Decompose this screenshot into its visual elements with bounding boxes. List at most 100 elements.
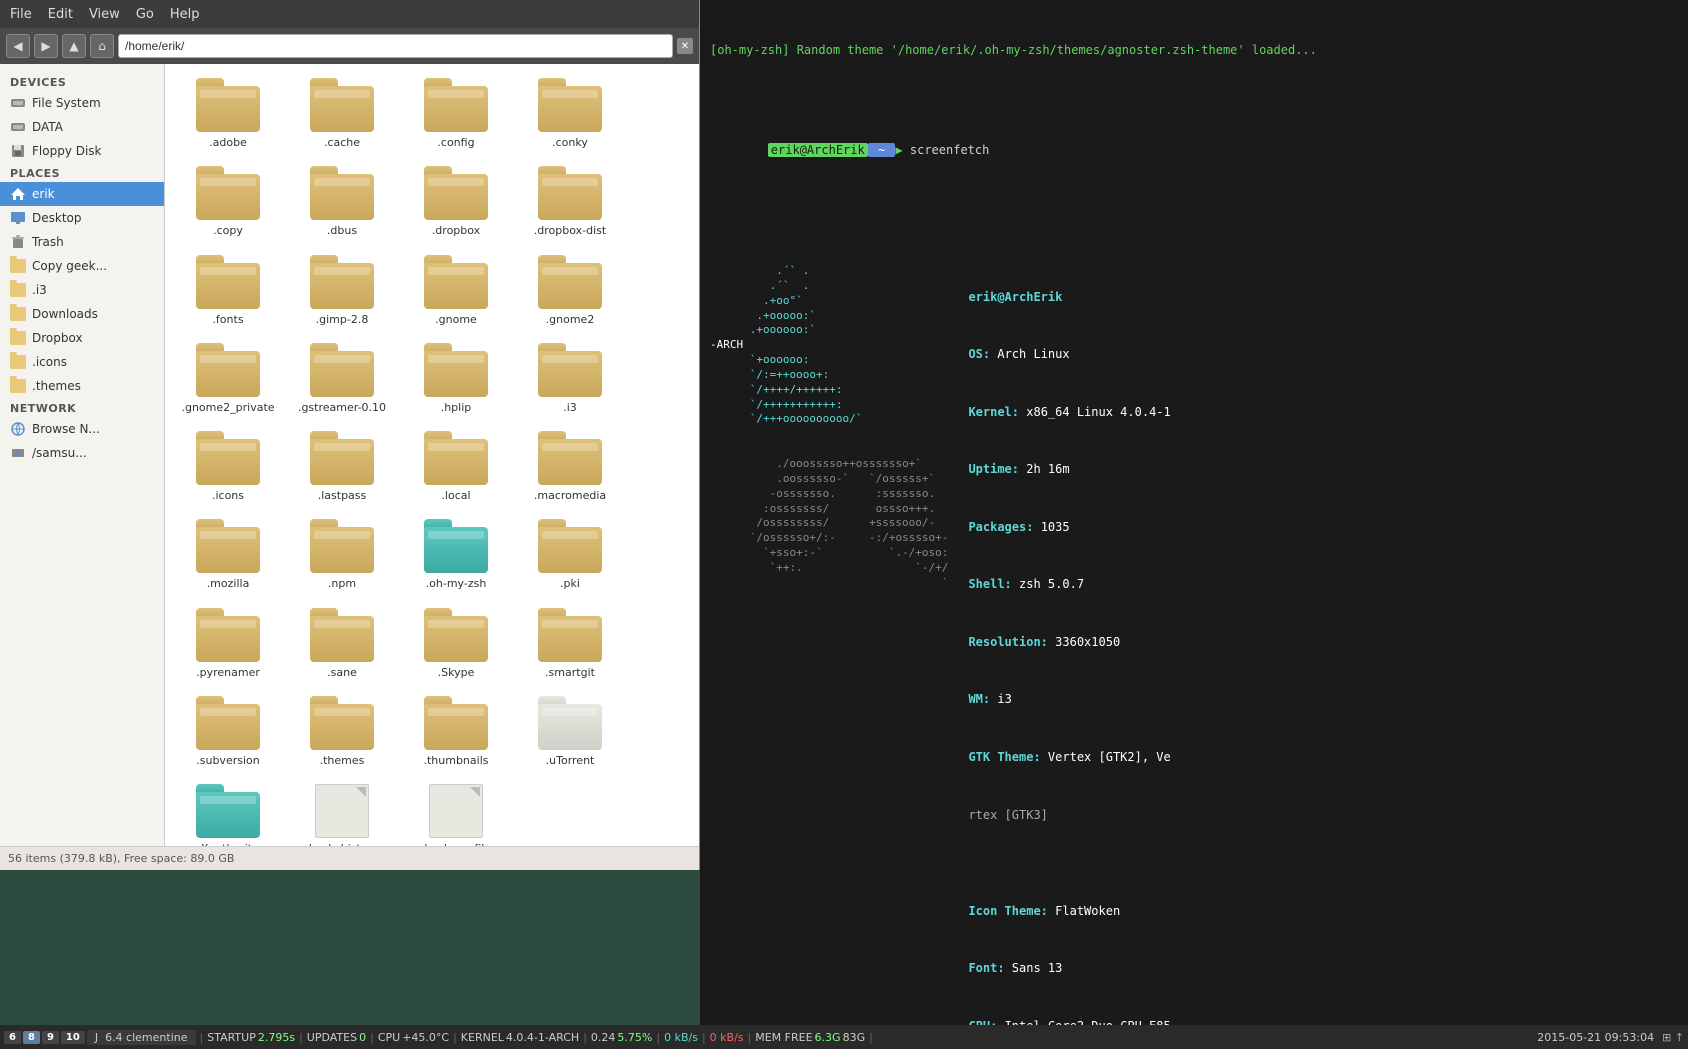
file-label: .dropbox [432,224,480,238]
file-item[interactable]: .pyrenamer [173,602,283,686]
file-item[interactable]: .dropbox [401,160,511,244]
sidebar-item-themes[interactable]: .themes [0,374,164,398]
files-grid: .adobe .cache .config .conky .copy [165,64,699,846]
folder-icon-large [310,431,374,485]
file-label: .icons [212,489,244,503]
sidebar-item-icons[interactable]: .icons [0,350,164,374]
sidebar-item-data[interactable]: DATA [0,115,164,139]
folder-icon-large [310,343,374,397]
sidebar-item-dropbox[interactable]: Dropbox [0,326,164,350]
menu-file[interactable]: File [10,7,32,22]
sidebar-item-samsung[interactable]: /samsu... [0,441,164,465]
file-item[interactable]: .sane [287,602,397,686]
workspace-10[interactable]: 10 [61,1031,85,1044]
file-item[interactable]: .config [401,72,511,156]
folder-icon-large [196,255,260,309]
home-icon [10,186,26,202]
file-item[interactable]: .conky [515,72,625,156]
folder-icon-large [538,519,602,573]
file-item[interactable]: .fonts [173,249,283,333]
file-item[interactable]: .icons [173,425,283,509]
file-label: .gimp-2.8 [316,313,369,327]
folder-icon-large [538,608,602,662]
file-item[interactable]: .adobe [173,72,283,156]
sidebar-item-label: Trash [32,235,64,249]
sysinfo: erik@ArchErik OS: Arch Linux Kernel: x86… [968,249,1170,1025]
sidebar-item-erik[interactable]: erik [0,182,164,206]
folder-icon-large [538,78,602,132]
folder-icon-large [424,255,488,309]
up-button[interactable]: ▲ [62,34,86,58]
file-label: .pyrenamer [196,666,260,680]
close-button[interactable]: ✕ [677,38,693,54]
file-item[interactable]: .gimp-2.8 [287,249,397,333]
sidebar-item-label: Desktop [32,211,82,225]
file-label: .thumbnails [423,754,488,768]
file-item[interactable]: .npm [287,513,397,597]
sidebar-item-downloads[interactable]: Downloads [0,302,164,326]
folder-icon [10,306,26,322]
file-item[interactable]: .dbus [287,160,397,244]
file-item[interactable]: .cache [287,72,397,156]
file-item[interactable]: .lastpass [287,425,397,509]
workspace-6[interactable]: 6 [4,1031,21,1044]
toolbar: ◀ ▶ ▲ ⌂ ✕ [0,28,699,64]
folder-icon-large [196,519,260,573]
file-item[interactable]: .local [401,425,511,509]
file-item[interactable]: .dropbox-dist [515,160,625,244]
location-bar[interactable] [118,34,673,58]
folder-icon [10,354,26,370]
file-item[interactable]: .pki [515,513,625,597]
file-label: .subversion [196,754,259,768]
menu-help[interactable]: Help [170,7,200,22]
places-label: PLACES [0,163,164,182]
file-item[interactable]: .mozilla [173,513,283,597]
sidebar-item-filesystem[interactable]: File System [0,91,164,115]
file-item[interactable]: .bash_profile [401,778,511,846]
screenfetch: .´` . .´` . .+oo°` .+ooooo:` .+oooooo:` … [710,243,1678,1025]
workspace-8[interactable]: 8 [23,1031,40,1044]
menu-edit[interactable]: Edit [48,7,73,22]
sidebar-item-desktop[interactable]: Desktop [0,206,164,230]
menu-view[interactable]: View [89,7,120,22]
sidebar-item-browse-network[interactable]: Browse N... [0,417,164,441]
sidebar-item-copygeek[interactable]: Copy geek... [0,254,164,278]
file-item[interactable]: .smartgit [515,602,625,686]
file-item[interactable]: .bash_history [287,778,397,846]
file-item[interactable]: .gnome [401,249,511,333]
file-label: .conky [552,136,588,150]
sidebar-item-floppy[interactable]: Floppy Disk [0,139,164,163]
folder-icon-large [310,255,374,309]
file-item[interactable]: .macromedia [515,425,625,509]
file-item[interactable]: .subversion [173,690,283,774]
menu-go[interactable]: Go [136,7,154,22]
file-item[interactable]: .copy [173,160,283,244]
folder-icon-large [196,343,260,397]
file-item[interactable]: .thumbnails [401,690,511,774]
net-down: 0 kB/s [664,1031,698,1044]
file-item[interactable]: .oh-my-zsh [401,513,511,597]
file-item[interactable]: .Skype [401,602,511,686]
home-button[interactable]: ⌂ [90,34,114,58]
file-item[interactable]: .uTorrent [515,690,625,774]
workspace-9[interactable]: 9 [42,1031,59,1044]
updates-label: UPDATES [307,1031,357,1044]
taskbar-right: 2015-05-21 09:53:04 ⊞ ↑ [1537,1031,1684,1044]
file-item[interactable]: .i3 [515,337,625,421]
file-item[interactable]: .gnome2 [515,249,625,333]
folder-icon-large [310,166,374,220]
terminal-line1: [oh-my-zsh] Random theme '/home/erik/.oh… [710,42,1678,59]
file-item[interactable]: .Xauthority [173,778,283,846]
sidebar-item-i3[interactable]: .i3 [0,278,164,302]
terminal[interactable]: [oh-my-zsh] Random theme '/home/erik/.oh… [700,0,1688,1025]
file-label: .copy [213,224,243,238]
file-item[interactable]: .themes [287,690,397,774]
forward-button[interactable]: ▶ [34,34,58,58]
back-button[interactable]: ◀ [6,34,30,58]
network-label: NETWORK [0,398,164,417]
file-item[interactable]: .gstreamer-0.10 [287,337,397,421]
file-item[interactable]: .gnome2_private [173,337,283,421]
sidebar-item-trash[interactable]: Trash [0,230,164,254]
taskbar-clementine[interactable]: J 6.4 clementine [87,1030,196,1045]
file-item[interactable]: .hplip [401,337,511,421]
